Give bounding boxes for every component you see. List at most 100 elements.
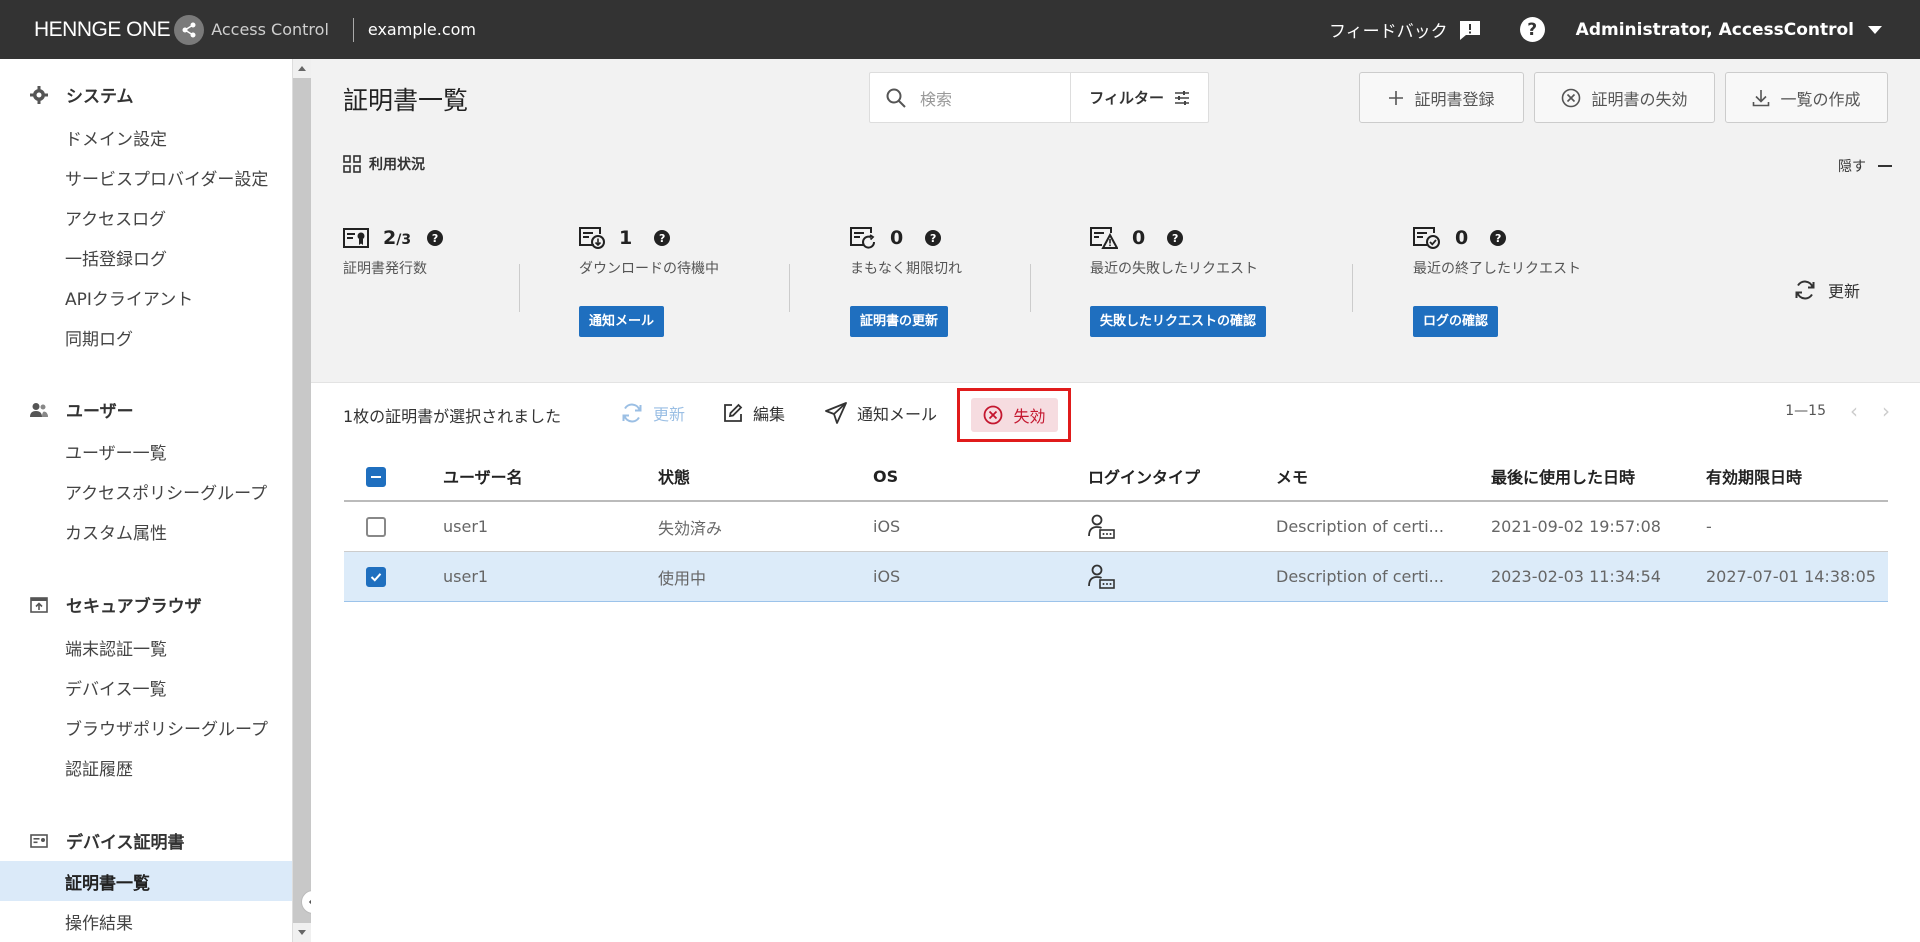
column-header-status[interactable]: 状態 — [658, 452, 690, 500]
column-header-login-type[interactable]: ログインタイプ — [1088, 452, 1200, 500]
register-certificate-button[interactable]: 証明書登録 — [1359, 72, 1524, 123]
help-icon[interactable]: ? — [427, 230, 444, 246]
completed-request-icon — [1413, 227, 1440, 249]
header-divider — [352, 17, 354, 42]
revoke-label: 失効 — [1013, 407, 1046, 426]
revoke-button[interactable]: 失効 — [971, 398, 1058, 432]
stat-value: 0 — [1455, 227, 1469, 249]
sidebar-item-device-auth-list[interactable]: 端末認証一覧 — [0, 627, 292, 667]
cell-username: user1 — [443, 567, 489, 586]
refresh-summary-button[interactable]: 更新 — [1794, 278, 1860, 302]
select-all-checkbox[interactable] — [366, 467, 386, 487]
sidebar-item-certificate-list[interactable]: 証明書一覧 — [0, 861, 292, 901]
help-icon[interactable]: ? — [1519, 17, 1545, 42]
sidebar-item-access-policy-groups[interactable]: アクセスポリシーグループ — [0, 471, 292, 511]
search-bar[interactable]: 検索 フィルター — [869, 72, 1209, 123]
sidebar-item-user-list[interactable]: ユーザー一覧 — [0, 431, 292, 471]
check-failed-requests-button[interactable]: 失敗したリクエストの確認 — [1090, 306, 1267, 337]
feedback-label: フィードバック — [1329, 22, 1448, 42]
sidebar-item-access-log[interactable]: アクセスログ — [0, 197, 292, 237]
feedback-button[interactable]: フィードバック — [1329, 17, 1482, 42]
check-logs-button[interactable]: ログの確認 — [1413, 306, 1499, 337]
sidebar-item-bulk-import-log[interactable]: 一括登録ログ — [0, 237, 292, 277]
chevron-down-icon — [1868, 25, 1882, 34]
selection-count-text: 1枚の証明書が選択されました — [343, 407, 562, 426]
sidebar-item-sync-log[interactable]: 同期ログ — [0, 317, 292, 357]
stat-label: 証明書発行数 — [343, 261, 427, 277]
notify-email-button[interactable]: 通知メール — [579, 306, 665, 337]
help-icon[interactable]: ? — [1167, 230, 1184, 246]
sidebar-section-label: システム — [66, 87, 134, 107]
sidebar-item-service-provider-settings[interactable]: サービスプロバイダー設定 — [0, 157, 292, 197]
pending-download-icon — [579, 227, 605, 249]
usage-section-title: 利用状況 — [343, 154, 425, 174]
sidebar-item-api-clients[interactable]: APIクライアント — [0, 277, 292, 317]
stat-label: ダウンロードの待機中 — [579, 261, 719, 277]
search-icon — [886, 88, 906, 108]
table-row[interactable]: user1 失効済み iOS Description of certi... 2… — [344, 502, 1888, 552]
refresh-certificate-button[interactable]: 更新 — [621, 396, 685, 430]
stat-expiring-soon: 0 ? まもなく期限切れ 証明書の更新 — [850, 224, 962, 337]
sidebar: システム ドメイン設定 サービスプロバイダー設定 アクセスログ 一括登録ログ A… — [0, 59, 293, 942]
scrollbar-thumb[interactable] — [293, 78, 311, 923]
column-header-os[interactable]: OS — [873, 452, 898, 500]
column-header-expires[interactable]: 有効期限日時 — [1706, 452, 1802, 500]
export-list-button[interactable]: 一覧の作成 — [1725, 72, 1888, 123]
sidebar-section-label: ユーザー — [66, 402, 134, 422]
column-header-username[interactable]: ユーザー名 — [443, 452, 523, 500]
scroll-up-icon[interactable] — [298, 66, 306, 71]
cell-login-type — [1088, 552, 1116, 601]
column-header-last-used[interactable]: 最後に使用した日時 — [1491, 452, 1635, 500]
sidebar-item-custom-attributes[interactable]: カスタム属性 — [0, 511, 292, 551]
stat-recent-failed: 0 ? 最近の失敗したリクエスト 失敗したリクエストの確認 — [1090, 224, 1267, 337]
notify-email-toolbar-button[interactable]: 通知メール — [825, 396, 937, 430]
filter-sliders-icon — [1175, 90, 1189, 105]
certificate-table: ユーザー名 状態 OS ログインタイプ メモ 最後に使用した日時 有効期限日時 … — [344, 452, 1888, 602]
notify-email-toolbar-label: 通知メール — [857, 405, 938, 424]
hide-usage-toggle[interactable]: 隠す — [1838, 156, 1892, 176]
user-password-icon — [1088, 514, 1115, 539]
help-icon[interactable]: ? — [654, 230, 671, 246]
column-header-memo[interactable]: メモ — [1276, 452, 1308, 500]
edit-button[interactable]: 編集 — [723, 396, 785, 430]
sidebar-item-operation-results[interactable]: 操作結果 — [0, 901, 292, 941]
revoke-certificate-header-button[interactable]: 証明書の失効 — [1534, 72, 1715, 123]
sidebar-section-label: セキュアブラウザ — [66, 597, 202, 617]
row-checkbox[interactable] — [366, 517, 386, 537]
renew-certificates-button[interactable]: 証明書の更新 — [850, 306, 949, 337]
brand[interactable]: HENNGE ONE Access Control — [34, 14, 329, 45]
cell-login-type — [1088, 502, 1116, 551]
help-icon[interactable]: ? — [925, 230, 942, 246]
filter-button[interactable]: フィルター — [1070, 73, 1208, 122]
refresh-certificate-label: 更新 — [653, 405, 686, 424]
cell-os: iOS — [873, 517, 901, 536]
cell-expires: - — [1706, 517, 1712, 536]
brand-name: HENNGE ONE — [34, 17, 171, 41]
row-checkbox[interactable] — [366, 567, 386, 587]
cell-status: 失効済み — [658, 518, 723, 538]
send-icon — [825, 402, 847, 424]
gear-icon — [30, 85, 48, 104]
help-icon[interactable]: ? — [1490, 230, 1507, 246]
search-input[interactable]: 検索 — [920, 86, 1070, 110]
tenant-domain: example.com — [367, 20, 477, 39]
stat-value: 2 — [383, 227, 397, 249]
user-menu[interactable]: Administrator, AccessControl — [1576, 20, 1882, 40]
sidebar-item-device-list[interactable]: デバイス一覧 — [0, 667, 292, 707]
sidebar-scrollbar[interactable] — [293, 59, 311, 942]
cell-last-used: 2023-02-03 11:34:54 — [1491, 567, 1661, 586]
summary-panel: 証明書一覧 検索 フィルター 証明書登録 証明書の失効 一覧の作成 利用状況 隠 — [311, 59, 1920, 382]
sidebar-item-domain-settings[interactable]: ドメイン設定 — [0, 117, 292, 157]
minus-icon — [1878, 165, 1892, 167]
scroll-down-icon[interactable] — [298, 930, 306, 935]
sidebar-section-system: システム — [30, 82, 134, 107]
chevron-right-icon[interactable]: › — [1882, 401, 1890, 421]
sidebar-item-browser-policy-groups[interactable]: ブラウザポリシーグループ — [0, 707, 292, 747]
user-password-icon — [1088, 564, 1115, 589]
filter-label: フィルター — [1089, 89, 1164, 107]
user-name: Administrator, AccessControl — [1575, 19, 1854, 40]
table-row[interactable]: user1 使用中 iOS Description of certi... 20… — [344, 552, 1888, 602]
sidebar-item-auth-history[interactable]: 認証履歴 — [0, 747, 292, 787]
cell-expires: 2027-07-01 14:38:05 — [1706, 567, 1876, 586]
chevron-left-icon[interactable]: ‹ — [1850, 401, 1858, 421]
